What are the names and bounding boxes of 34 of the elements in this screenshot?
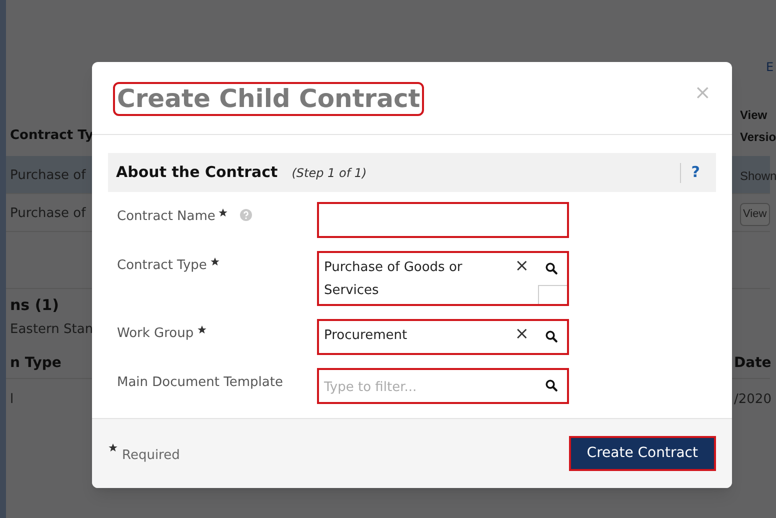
search-icon[interactable] (545, 262, 558, 275)
required-note: Required (122, 446, 180, 465)
column-header: Date (734, 354, 772, 373)
table-cell-text: Purchase of (10, 167, 86, 185)
section-heading: ns (1) (10, 295, 59, 316)
field-label: Contract Type (117, 257, 207, 275)
field-label: Main Document Template (117, 374, 283, 392)
timezone-text: Eastern Stan (10, 321, 94, 339)
search-icon[interactable] (545, 379, 558, 392)
field-value: Procurement (324, 327, 408, 345)
create-contract-button[interactable]: Create Contract (568, 436, 716, 471)
placeholder-text: Type to filter... (324, 379, 418, 397)
table-cell-text: Shown (740, 168, 776, 185)
input-field[interactable]: Purchase of Goods or Services × (317, 251, 569, 306)
table-cell-text: Purchase of (10, 205, 86, 223)
help-button[interactable]: ? (691, 161, 700, 184)
clear-button[interactable]: × (514, 323, 529, 345)
required-star-icon (108, 442, 118, 453)
input-field[interactable] (317, 202, 569, 238)
table-cell-text: /2020 (734, 391, 772, 409)
resize-box (538, 285, 567, 304)
clear-button[interactable]: × (514, 255, 529, 277)
table-cell-text: l (10, 391, 14, 409)
input-field[interactable]: Procurement × (317, 319, 569, 355)
field-label: Work Group (117, 325, 194, 343)
field-value: Purchase of Goods or Services (324, 259, 464, 300)
column-header: n Type (10, 354, 62, 373)
column-header: View Versio (740, 107, 776, 146)
section-title: About the Contract (116, 162, 278, 184)
dialog-title: Create Child Contract (113, 82, 424, 116)
column-header: Contract Ty (10, 127, 94, 145)
search-icon[interactable] (545, 330, 558, 343)
field-label: Contract Name (117, 208, 216, 226)
step-indicator: (Step 1 of 1) (292, 164, 367, 182)
